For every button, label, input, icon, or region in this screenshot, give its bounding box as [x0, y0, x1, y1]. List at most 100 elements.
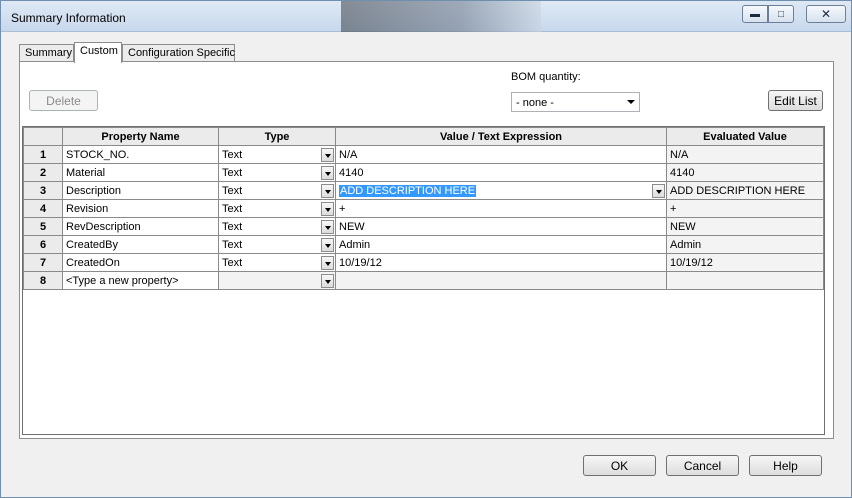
column-header-value[interactable]: Value / Text Expression	[335, 127, 667, 146]
evaluated-value-cell: ADD DESCRIPTION HERE	[666, 181, 824, 200]
value-expression-cell[interactable]: +	[335, 199, 667, 218]
type-dropdown-icon[interactable]	[321, 202, 334, 216]
row-number[interactable]: 2	[23, 163, 63, 182]
evaluated-value-cell: NEW	[666, 217, 824, 236]
type-cell[interactable]: Text	[218, 217, 336, 236]
value-expression-cell[interactable]: Admin	[335, 235, 667, 254]
chevron-down-icon	[627, 100, 635, 104]
type-cell[interactable]: Text	[218, 253, 336, 272]
property-name-cell[interactable]: Description	[62, 181, 219, 200]
type-value: Text	[222, 148, 243, 161]
value-expression-cell[interactable]: NEW	[335, 217, 667, 236]
tab-configuration-specific[interactable]: Configuration Specific	[122, 44, 235, 62]
value-expression-text: Admin	[339, 238, 371, 251]
value-expression-text: NEW	[339, 220, 365, 233]
bom-quantity-label: BOM quantity:	[511, 71, 581, 83]
value-expression-cell[interactable]: N/A	[335, 145, 667, 164]
evaluated-value-cell: 10/19/12	[666, 253, 824, 272]
grid-corner-cell[interactable]	[23, 127, 63, 146]
type-dropdown-icon[interactable]	[321, 166, 334, 180]
type-dropdown-icon[interactable]	[321, 184, 334, 198]
evaluated-value-cell: 4140	[666, 163, 824, 182]
background-window-fragment	[341, 1, 541, 32]
help-button[interactable]: Help	[749, 455, 822, 476]
type-value: Text	[222, 256, 243, 269]
column-header-type[interactable]: Type	[218, 127, 336, 146]
row-number[interactable]: 3	[23, 181, 63, 200]
tab-summary[interactable]: Summary	[19, 44, 74, 62]
evaluated-value-cell: +	[666, 199, 824, 218]
value-expression-cell[interactable]: ADD DESCRIPTION HERE	[335, 181, 667, 200]
summary-information-dialog: Summary Information ▬ □ ✕ Summary Custom…	[0, 0, 852, 498]
type-dropdown-icon[interactable]	[321, 274, 334, 288]
value-dropdown-icon[interactable]	[652, 184, 665, 198]
type-cell[interactable]: Text	[218, 235, 336, 254]
row-number[interactable]: 6	[23, 235, 63, 254]
maximize-button[interactable]: □	[768, 5, 794, 23]
type-dropdown-icon[interactable]	[321, 238, 334, 252]
title-bar[interactable]: Summary Information ▬ □ ✕	[1, 1, 851, 32]
close-button[interactable]: ✕	[806, 5, 846, 23]
row-number[interactable]: 7	[23, 253, 63, 272]
table-row[interactable]: 3 Description Text ADD DESCRIPTION HERE ADD …	[23, 181, 824, 200]
value-expression-cell[interactable]: 10/19/12	[335, 253, 667, 272]
type-dropdown-icon[interactable]	[321, 148, 334, 162]
property-name-cell[interactable]: CreatedBy	[62, 235, 219, 254]
type-value: Text	[222, 184, 243, 197]
delete-button[interactable]: Delete	[29, 90, 98, 111]
table-row[interactable]: 8 <Type a new property>	[23, 271, 824, 290]
type-value: Text	[222, 202, 243, 215]
column-header-evaluated-value[interactable]: Evaluated Value	[666, 127, 824, 146]
row-number[interactable]: 4	[23, 199, 63, 218]
table-row[interactable]: 4 Revision Text + +	[23, 199, 824, 218]
tab-custom[interactable]: Custom	[74, 42, 122, 63]
evaluated-value-cell	[666, 271, 824, 290]
type-value: Text	[222, 220, 243, 233]
type-value: Text	[222, 166, 243, 179]
value-expression-text: +	[339, 202, 346, 215]
value-expression-text: 10/19/12	[339, 256, 382, 269]
type-cell[interactable]	[218, 271, 336, 290]
value-expression-cell[interactable]: 4140	[335, 163, 667, 182]
bom-quantity-value: - none -	[516, 97, 554, 109]
property-name-cell[interactable]: CreatedOn	[62, 253, 219, 272]
custom-properties-grid: Property Name Type Value / Text Expressi…	[22, 126, 825, 435]
type-dropdown-icon[interactable]	[321, 220, 334, 234]
type-cell[interactable]: Text	[218, 145, 336, 164]
type-cell[interactable]: Text	[218, 199, 336, 218]
type-cell[interactable]: Text	[218, 181, 336, 200]
property-name-cell[interactable]: Material	[62, 163, 219, 182]
row-number[interactable]: 5	[23, 217, 63, 236]
type-dropdown-icon[interactable]	[321, 256, 334, 270]
type-value: Text	[222, 238, 243, 251]
table-row[interactable]: 2 Material Text 4140 4140	[23, 163, 824, 182]
window-title: Summary Information	[11, 11, 126, 25]
property-name-cell[interactable]: Revision	[62, 199, 219, 218]
cancel-button[interactable]: Cancel	[666, 455, 739, 476]
edit-list-button[interactable]: Edit List	[768, 90, 823, 111]
column-header-property-name[interactable]: Property Name	[62, 127, 219, 146]
type-cell[interactable]: Text	[218, 163, 336, 182]
table-row[interactable]: 6 CreatedBy Text Admin Admin	[23, 235, 824, 254]
ok-button[interactable]: OK	[583, 455, 656, 476]
row-number[interactable]: 1	[23, 145, 63, 164]
evaluated-value-cell: Admin	[666, 235, 824, 254]
value-expression-text: N/A	[339, 148, 358, 161]
minimize-icon: ▬	[750, 8, 760, 20]
bom-quantity-select[interactable]: - none -	[511, 92, 640, 112]
property-name-cell[interactable]: STOCK_NO.	[62, 145, 219, 164]
value-expression-cell[interactable]	[335, 271, 667, 290]
row-number[interactable]: 8	[23, 271, 63, 290]
value-expression-selected-text: ADD DESCRIPTION HERE	[339, 184, 477, 197]
property-name-cell[interactable]: RevDescription	[62, 217, 219, 236]
property-name-cell[interactable]: <Type a new property>	[62, 271, 219, 290]
close-icon: ✕	[820, 7, 832, 21]
minimize-button[interactable]: ▬	[742, 5, 768, 23]
table-row[interactable]: 1 STOCK_NO. Text N/A N/A	[23, 145, 824, 164]
maximize-icon: □	[777, 8, 785, 20]
properties-table: Property Name Type Value / Text Expressi…	[23, 127, 824, 290]
table-row[interactable]: 7 CreatedOn Text 10/19/12 10/19/12	[23, 253, 824, 272]
value-expression-text: 4140	[339, 166, 364, 179]
table-row[interactable]: 5 RevDescription Text NEW NEW	[23, 217, 824, 236]
evaluated-value-cell: N/A	[666, 145, 824, 164]
